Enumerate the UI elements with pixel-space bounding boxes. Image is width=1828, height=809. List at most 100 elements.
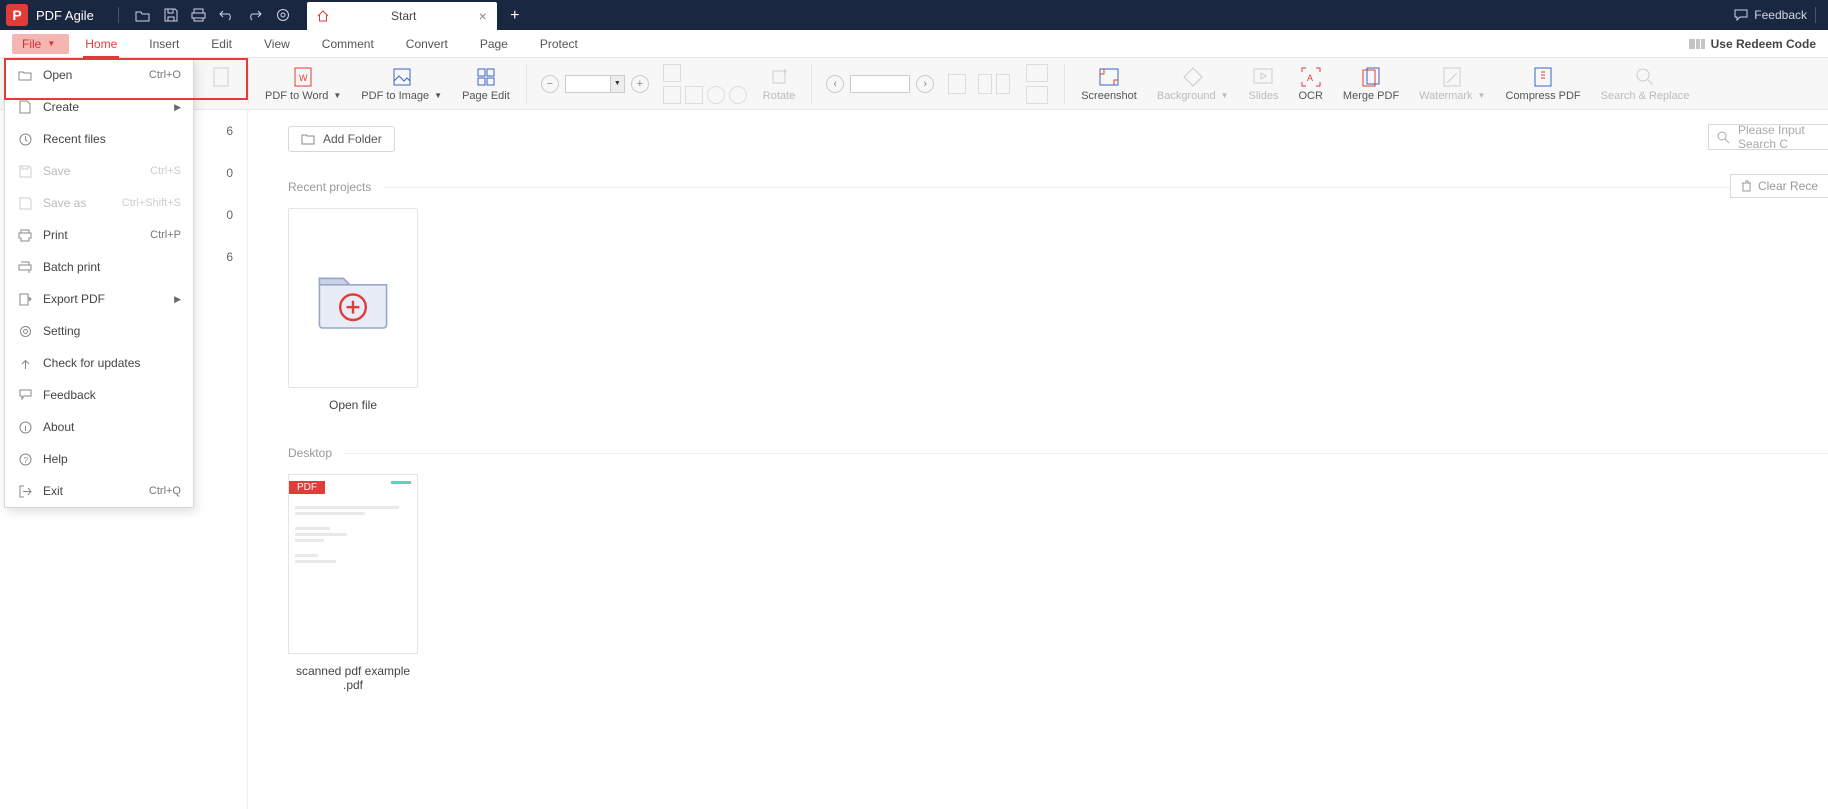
pdf-to-image-button[interactable]: PDF to Image▼: [351, 58, 452, 110]
file-menu-dropdown: Open Ctrl+O Create ▶ Recent files Save C…: [4, 58, 194, 508]
page-edit-button[interactable]: Page Edit: [452, 58, 520, 110]
tab-insert[interactable]: Insert: [133, 30, 195, 58]
save-icon: [17, 163, 33, 179]
undo-icon[interactable]: [219, 7, 235, 23]
tab-page[interactable]: Page: [464, 30, 524, 58]
layout2-icon[interactable]: [1026, 86, 1048, 104]
app-logo: P: [6, 4, 28, 26]
file-menu-export[interactable]: Export PDF ▶: [5, 283, 193, 315]
grid-icon: [475, 66, 497, 88]
pdf-badge: PDF: [289, 481, 325, 494]
titlebar-right: Feedback: [1734, 7, 1828, 23]
page-edit-label: Page Edit: [462, 90, 510, 102]
tab-comment[interactable]: Comment: [306, 30, 390, 58]
caret-down-icon: ▼: [1478, 91, 1486, 100]
file-menu-updates[interactable]: Check for updates: [5, 347, 193, 379]
caret-down-icon: ▼: [610, 76, 624, 92]
separator: [1064, 64, 1065, 104]
file-menu-setting[interactable]: Setting: [5, 315, 193, 347]
prev-page-button[interactable]: ‹: [826, 75, 844, 93]
fit-height-icon[interactable]: [685, 86, 703, 104]
next-page-button[interactable]: ›: [916, 75, 934, 93]
clear-recent-label: Clear Rece: [1758, 179, 1818, 193]
add-folder-button[interactable]: Add Folder: [288, 126, 395, 152]
search-input[interactable]: Please Input Search C: [1708, 124, 1828, 150]
menubar-right: Use Redeem Code: [1689, 37, 1828, 51]
file-menu-open[interactable]: Open Ctrl+O: [5, 59, 193, 91]
tab-view[interactable]: View: [248, 30, 306, 58]
zoom-in-button[interactable]: +: [631, 75, 649, 93]
page-field[interactable]: [850, 75, 910, 93]
fit-page-icon[interactable]: [663, 64, 681, 82]
thumb-accent: [391, 481, 411, 484]
single-page-icon[interactable]: [948, 74, 966, 94]
doc-icon: [210, 66, 232, 88]
search-icon: [1634, 66, 1656, 88]
shortcut-label: Ctrl+Q: [149, 485, 181, 497]
tab-title: Start: [359, 9, 449, 23]
print-icon[interactable]: [191, 7, 207, 23]
tab-convert[interactable]: Convert: [390, 30, 464, 58]
feedback-button[interactable]: Feedback: [1734, 8, 1807, 22]
file-menu-create[interactable]: Create ▶: [5, 91, 193, 123]
save-icon[interactable]: [163, 7, 179, 23]
tab-start[interactable]: Start ×: [307, 2, 497, 30]
close-tab-icon[interactable]: ×: [479, 8, 487, 24]
zoom-field[interactable]: ▼: [565, 75, 625, 93]
rotate-label: Rotate: [763, 90, 795, 102]
tab-edit[interactable]: Edit: [195, 30, 248, 58]
desktop-file-caption: scanned pdf example .pdf: [288, 664, 418, 692]
menu-item-label: About: [43, 420, 74, 434]
shortcut-label: Ctrl+O: [149, 69, 181, 81]
screenshot-button[interactable]: Screenshot: [1071, 58, 1147, 110]
file-menu-about[interactable]: About: [5, 411, 193, 443]
two-page-left-icon[interactable]: [978, 74, 992, 94]
screenshot-label: Screenshot: [1081, 90, 1137, 102]
file-menu-help[interactable]: ? Help: [5, 443, 193, 475]
tab-protect[interactable]: Protect: [524, 30, 594, 58]
file-menu-exit[interactable]: Exit Ctrl+Q: [5, 475, 193, 507]
separator: [118, 7, 119, 23]
compress-pdf-button[interactable]: Compress PDF: [1495, 58, 1590, 110]
menu-item-label: Create: [43, 100, 79, 114]
layout-icon[interactable]: [1026, 64, 1048, 82]
refresh-icon[interactable]: [707, 86, 725, 104]
redo-icon[interactable]: [247, 7, 263, 23]
menu-item-label: Exit: [43, 484, 63, 498]
print-icon: [17, 227, 33, 243]
ocr-label: OCR: [1298, 90, 1322, 102]
caret-down-icon: ▼: [333, 91, 341, 100]
info-icon: [17, 419, 33, 435]
pdf-to-word-button[interactable]: W PDF to Word▼: [255, 58, 351, 110]
folder-icon: [301, 133, 315, 145]
watermark-button: Watermark▼: [1409, 58, 1495, 110]
merge-pdf-button[interactable]: Merge PDF: [1333, 58, 1409, 110]
zoom-out-button[interactable]: −: [541, 75, 559, 93]
clear-recent-button[interactable]: Clear Rece: [1730, 174, 1828, 198]
file-menu-recent[interactable]: Recent files: [5, 123, 193, 155]
file-menu-button[interactable]: File ▼: [12, 34, 69, 54]
home-icon: [317, 10, 329, 22]
shortcut-label: Ctrl+Shift+S: [122, 197, 181, 209]
tab-home[interactable]: Home: [69, 30, 133, 58]
watermark-icon: [1441, 66, 1463, 88]
open-file-caption: Open file: [329, 398, 377, 412]
two-page-right-icon[interactable]: [996, 74, 1010, 94]
file-menu-print[interactable]: Print Ctrl+P: [5, 219, 193, 251]
add-tab-button[interactable]: +: [501, 2, 529, 30]
separator: [1815, 7, 1816, 23]
target-icon[interactable]: [275, 7, 291, 23]
compress-icon: [1532, 66, 1554, 88]
refresh2-icon[interactable]: [729, 86, 747, 104]
rotate-button: Rotate: [753, 58, 805, 110]
redeem-code-link[interactable]: Use Redeem Code: [1711, 37, 1816, 51]
file-menu-feedback[interactable]: Feedback: [5, 379, 193, 411]
folder-plus-icon: [313, 263, 393, 333]
menu-item-label: Print: [43, 228, 68, 242]
ocr-button[interactable]: A OCR: [1288, 58, 1332, 110]
desktop-file-tile[interactable]: PDF scanned pdf example .pdf: [288, 474, 418, 692]
file-menu-batch-print[interactable]: Batch print: [5, 251, 193, 283]
open-file-tile[interactable]: Open file: [288, 208, 418, 412]
fit-width-icon[interactable]: [663, 86, 681, 104]
open-folder-icon[interactable]: [135, 7, 151, 23]
